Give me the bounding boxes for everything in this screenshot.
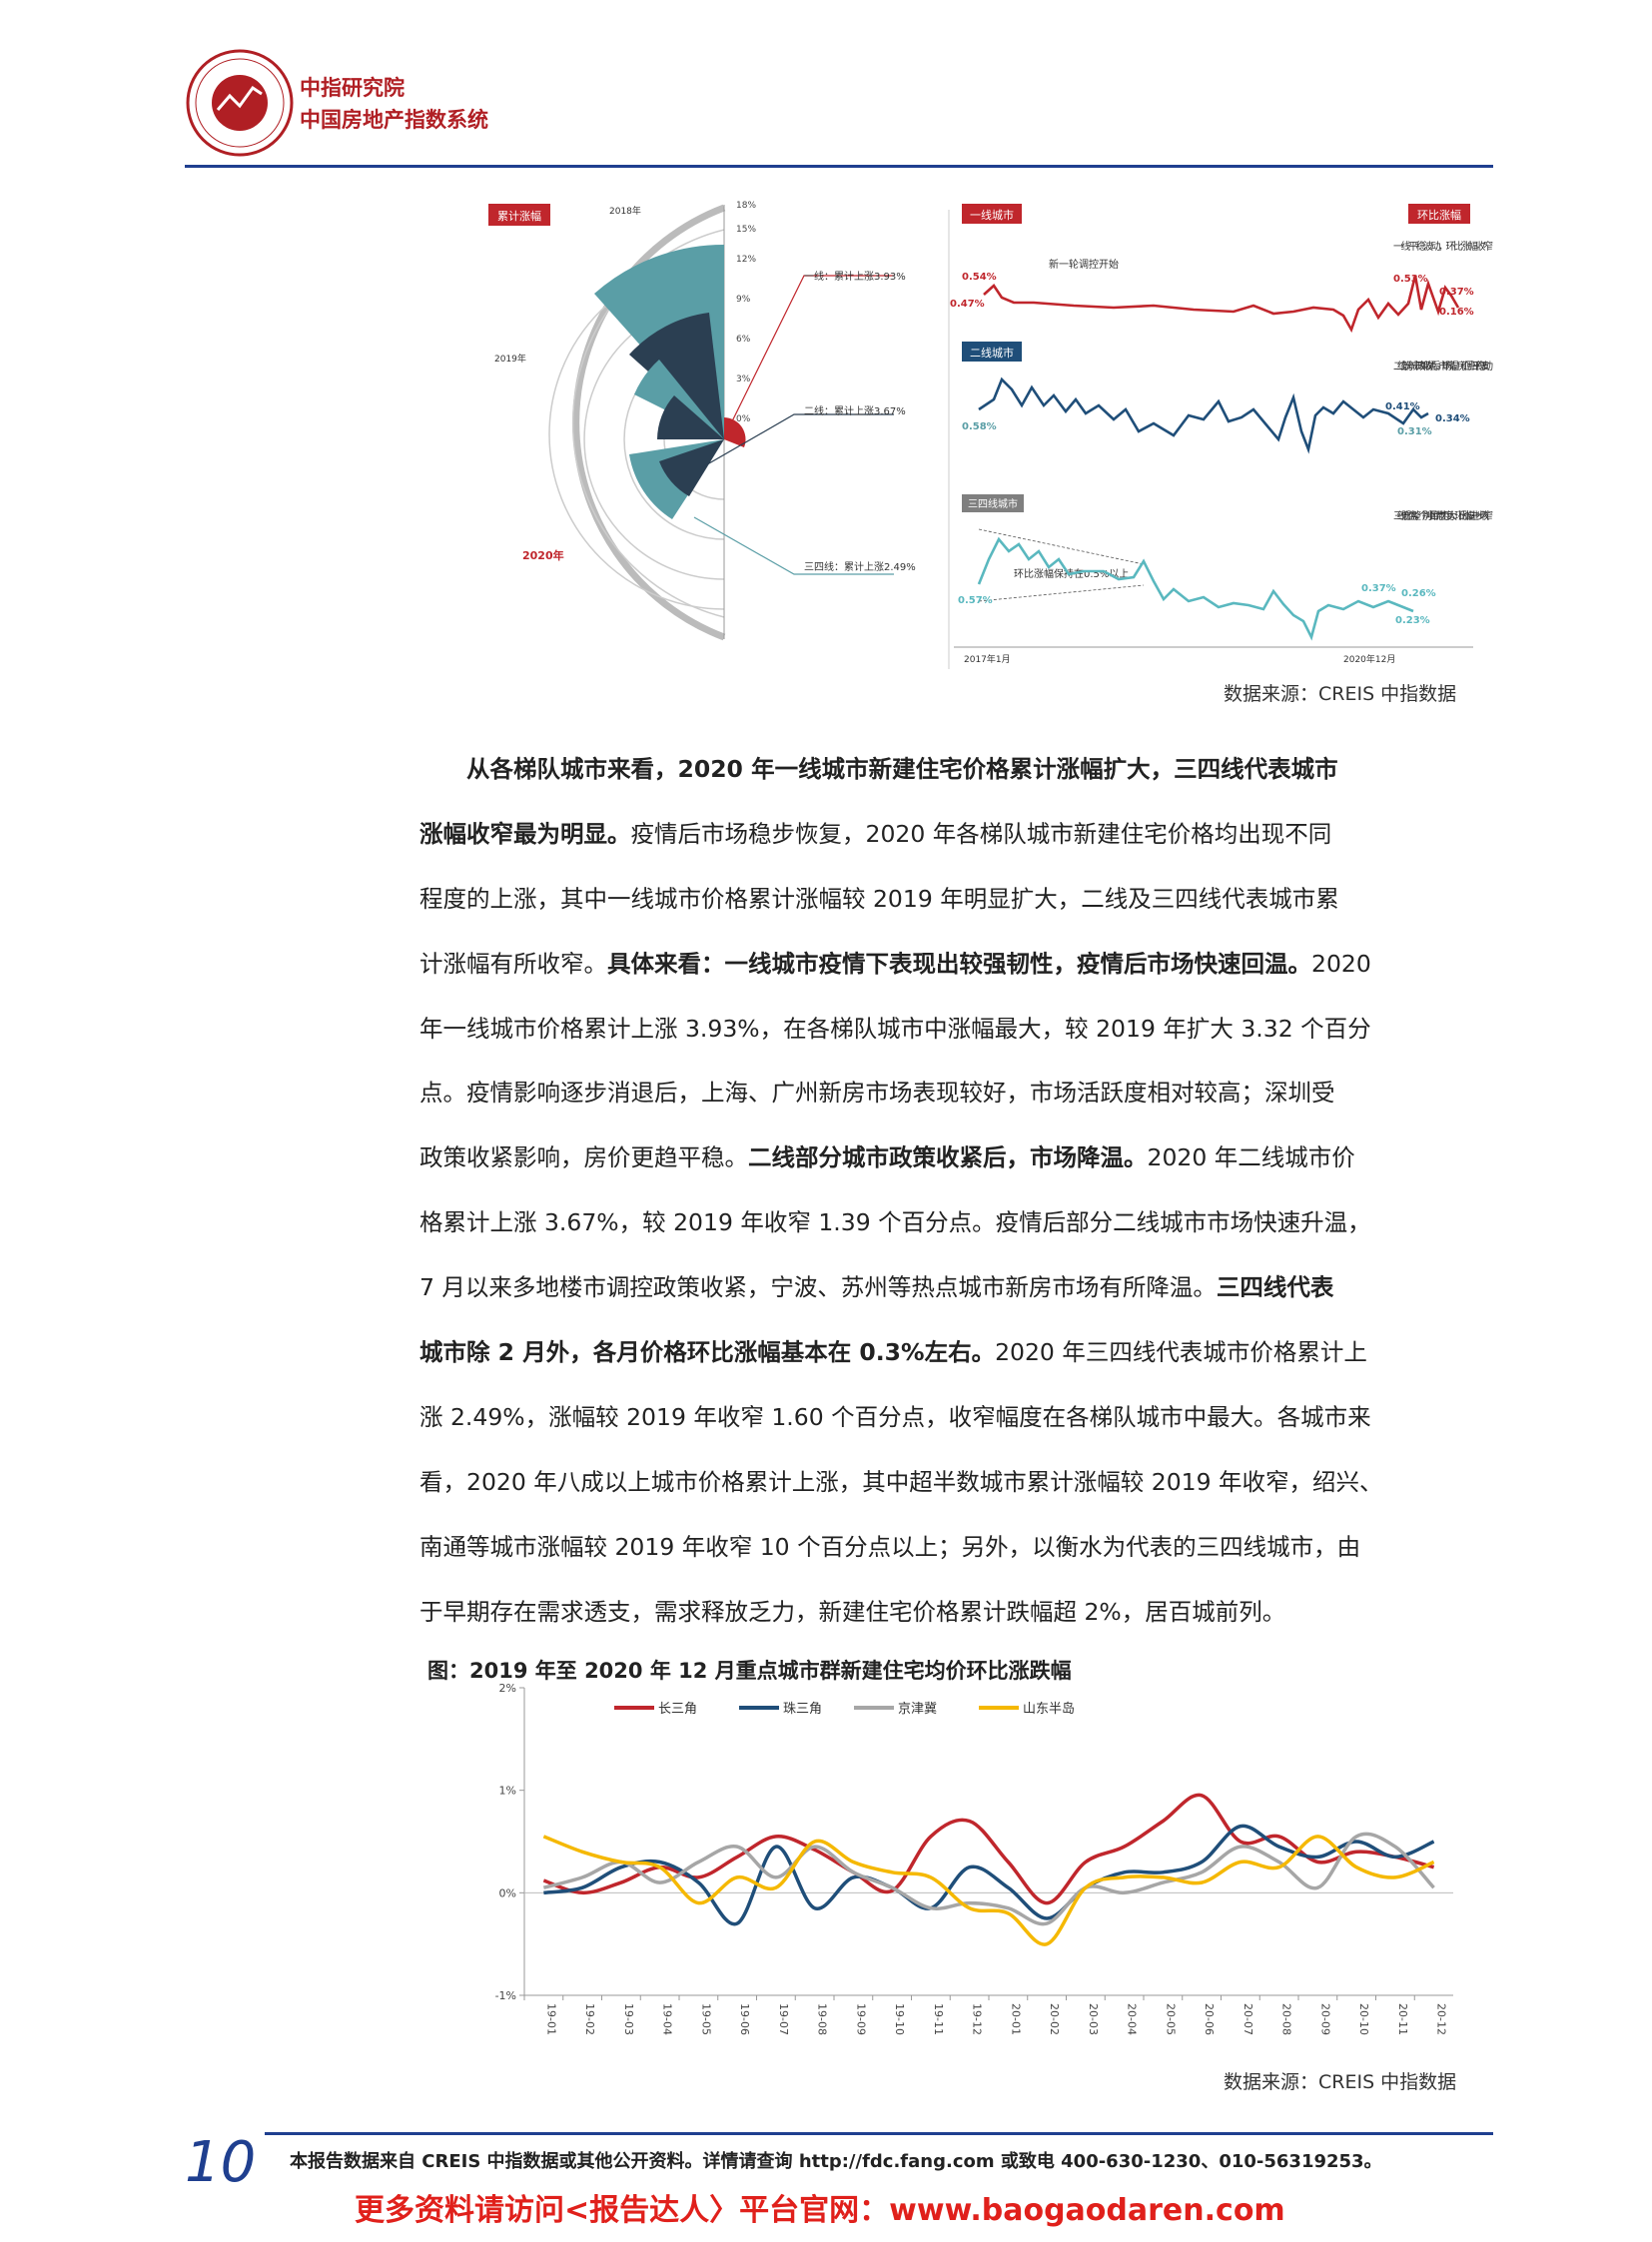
x-tick-label: 20-11 (1396, 2003, 1409, 2035)
promo-link[interactable]: 更多资料请访问<报告达人〉平台官网：www.baogaodaren.com (355, 2185, 1285, 2229)
x-tick-label: 20-12 (1435, 2003, 1448, 2035)
legend-label: 山东半岛 (1023, 1701, 1075, 1717)
tier3-x-end: 2020年12月 (1343, 653, 1395, 665)
year-2019-label: 2019年 (494, 353, 526, 365)
org-logo (186, 49, 294, 157)
x-tick-label: 19-10 (893, 2003, 906, 2035)
x-tick-label: 19-02 (583, 2003, 596, 2035)
y-tick-label: -1% (495, 1989, 516, 2002)
tier3-val-end1: 0.37% (1361, 583, 1396, 594)
tier2-val-end3: 0.31% (1397, 426, 1432, 437)
tier1-val-start-high: 0.54% (962, 272, 997, 283)
tick-18: 18% (736, 201, 756, 211)
tier3-val-start: 0.57% (958, 595, 993, 606)
line-9: 7 月以来多地楼市调控政策收紧，宁波、苏州等热点城市新房市场有所降温。三四线代表 (419, 1273, 1334, 1302)
line-12: 看，2020 年八成以上城市价格累计上涨，其中超半数城市累计涨幅较 2019 年… (419, 1467, 1383, 1496)
callout-tier2: 二线：累计上涨3.67% (804, 404, 906, 417)
year-2018-label: 2018年 (609, 205, 641, 217)
radial-cumulative-chart: 累计涨幅 18% 15% 12% 9% 6% 3% 0% 2018年 2019年… (488, 201, 916, 641)
mom-badge-label: 环比涨幅 (1417, 209, 1461, 222)
legend-label: 长三角 (658, 1702, 697, 1717)
tier1-note-left: 新一轮调控开始 (1049, 258, 1119, 271)
line-2: 涨幅收窄最为明显。疫情后市场稳步恢复，2020 年各梯队城市新建住宅价格均出现不… (419, 819, 1332, 848)
line-4: 计涨幅有所收窄。具体来看：一线城市疫情下表现出较强韧性，疫情后市场快速回温。20… (419, 949, 1371, 978)
tier2-val-end1: 0.41% (1385, 401, 1420, 412)
tier3-val-end2: 0.26% (1401, 588, 1436, 599)
org-name: 中指研究院 (300, 76, 405, 100)
x-tick-label: 20-02 (1048, 2003, 1061, 2035)
tick-6: 6% (736, 335, 751, 345)
tick-3: 3% (736, 374, 751, 384)
x-tick-label: 20-04 (1126, 2003, 1139, 2035)
x-tick-label: 20-06 (1203, 2003, 1216, 2035)
y-tick-label: 0% (499, 1886, 516, 1899)
line-6: 点。疫情影响逐步消退后，上海、广州新房市场表现较好，市场活跃度相对较高；深圳受 (419, 1079, 1335, 1108)
tier2-val-start: 0.58% (962, 421, 997, 432)
callout-tier3: 三四线：累计上涨2.49% (804, 560, 916, 573)
line-11: 涨 2.49%，涨幅较 2019 年收窄 1.60 个百分点，收窄幅度在各梯队城… (419, 1402, 1371, 1431)
tick-12: 12% (736, 255, 756, 265)
mom-panels: 环比涨幅 一线城市 新一轮调控开始 一线平稳波动，环比涨幅收窄 0.54% 0.… (948, 204, 1493, 669)
x-tick-label: 20-03 (1087, 2003, 1100, 2035)
x-tick-label: 19-11 (932, 2003, 945, 2035)
x-tick-label: 19-05 (699, 2003, 712, 2035)
tier3-tag-label: 三四线城市 (968, 497, 1018, 510)
city-cluster-line-chart: 2% 1% 0% -1% 19-01 19-02 19-03 19-04 19-05 19-06 1… (495, 1683, 1453, 2035)
line-8: 格累计上涨 3.67%，较 2019 年收窄 1.39 个百分点。疫情后部分二线… (419, 1208, 1371, 1237)
page-number: 10 (185, 2130, 257, 2195)
header-rule (185, 165, 1493, 168)
cumulative-badge-label: 累计涨幅 (497, 210, 541, 223)
org-subtitle: 中国房地产指数系统 (300, 108, 488, 132)
tick-0: 0% (736, 414, 751, 424)
callout-tier1: 一线：累计上涨3.93% (804, 270, 906, 283)
x-tick-label: 19-04 (661, 2003, 674, 2035)
x-tick-label: 19-07 (777, 2003, 790, 2035)
line-10: 城市除 2 月外，各月价格环比涨幅基本在 0.3%左右。2020 年三四线代表城… (419, 1338, 1367, 1367)
line-3: 程度的上涨，其中一线城市价格累计涨幅较 2019 年明显扩大，二线及三四线代表城… (419, 884, 1339, 913)
body-paragraph: 从各梯队城市来看，2020 年一线城市新建住宅价格累计涨幅扩大，三四线代表城市 … (419, 737, 1493, 1644)
legend-label: 京津冀 (898, 1701, 937, 1717)
tick-9: 9% (736, 295, 751, 305)
tier3-note-right: 三线低位盘整，个别项目优惠力度大，环比涨幅进一步收窄 (1393, 509, 1493, 522)
line-14: 于早期存在需求透支，需求释放乏力，新建住宅价格累计跌幅超 2%，居百城前列。 (419, 1597, 1286, 1626)
tier1-val-end3: 0.16% (1439, 307, 1474, 318)
line-5: 年一线城市价格累计上涨 3.93%，在各梯队城市中涨幅最大，较 2019 年扩大… (419, 1014, 1371, 1043)
x-tick-label: 20-10 (1357, 2003, 1370, 2035)
tier-cities-figure: 累计涨幅 18% 15% 12% 9% 6% 3% 0% 2018年 2019年… (488, 201, 1493, 669)
tier1-tag-label: 一线城市 (970, 208, 1014, 222)
year-2020-label: 2020年 (522, 548, 564, 562)
x-tick-label: 20-01 (1009, 2003, 1022, 2035)
figure1-source: 数据来源：CREIS 中指数据 (1224, 683, 1457, 705)
x-tick-label: 19-06 (738, 2003, 751, 2035)
y-tick-label: 2% (499, 1683, 516, 1695)
tier2-val-end2: 0.34% (1435, 413, 1470, 424)
tier2-note-right: 二线部分城市政策收紧后，市场降温，房价回归平稳波动 (1393, 360, 1493, 373)
tier1-note-right: 一线平稳波动，环比涨幅收窄 (1393, 240, 1493, 253)
figure2-source: 数据来源：CREIS 中指数据 (1224, 2071, 1457, 2093)
tier2-tag-label: 二线城市 (970, 346, 1014, 360)
figure2-caption: 图：2019 年至 2020 年 12 月重点城市群新建住宅均价环比涨跌幅 (427, 1659, 1072, 1683)
x-tick-label: 20-08 (1280, 2003, 1293, 2035)
x-tick-label: 19-01 (544, 2003, 557, 2035)
x-tick-label: 20-09 (1318, 2003, 1331, 2035)
x-tick-label: 19-03 (622, 2003, 635, 2035)
footer-rule (265, 2132, 1493, 2135)
legend-label: 珠三角 (783, 1702, 822, 1717)
line-7: 政策收紧影响，房价更趋平稳。二线部分城市政策收紧后，市场降温。2020 年二线城… (419, 1143, 1355, 1172)
tier3-x-start: 2017年1月 (964, 653, 1011, 665)
y-tick-label: 1% (499, 1785, 516, 1798)
x-tick-label: 19-09 (854, 2003, 867, 2035)
tier1-val-end2: 0.37% (1439, 287, 1474, 298)
tier1-val-start: 0.47% (950, 299, 985, 310)
x-tick-label: 20-07 (1241, 2003, 1254, 2035)
tick-15: 15% (736, 225, 756, 235)
footer-note: 本报告数据来自 CREIS 中指数据或其他公开资料。详情请查询 http://f… (290, 2151, 1382, 2172)
tier1-val-end1: 0.53% (1393, 274, 1428, 285)
tier3-val-end3: 0.23% (1395, 615, 1430, 626)
line-1: 从各梯队城市来看，2020 年一线城市新建住宅价格累计涨幅扩大，三四线代表城市 (466, 755, 1338, 783)
x-tick-label: 19-12 (971, 2003, 984, 2035)
line-13: 南通等城市涨幅较 2019 年收窄 10 个百分点以上；另外，以衡水为代表的三四… (419, 1532, 1361, 1561)
x-tick-label: 20-05 (1164, 2003, 1177, 2035)
x-tick-label: 19-08 (816, 2003, 829, 2035)
